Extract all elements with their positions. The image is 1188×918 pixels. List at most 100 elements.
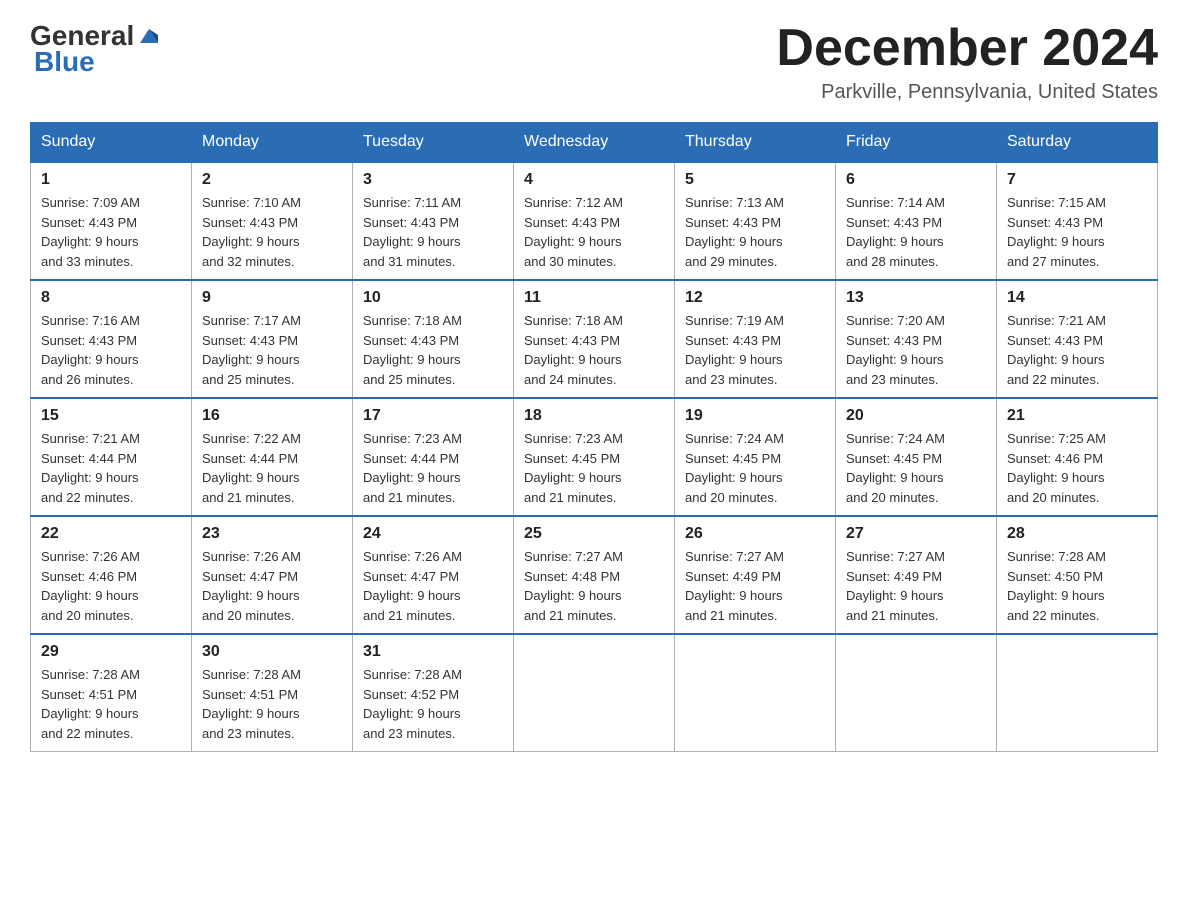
calendar-cell: 17 Sunrise: 7:23 AMSunset: 4:44 PMDayligh… — [353, 398, 514, 516]
day-number: 5 — [685, 171, 825, 189]
calendar-cell: 1Sunrise: 7:09 AMSunset: 4:43 PMDaylight… — [31, 162, 192, 280]
day-info: Sunrise: 7:28 AMSunset: 4:52 PMDaylight:… — [363, 665, 503, 743]
day-info: Sunrise: 7:18 AMSunset: 4:43 PMDaylight:… — [524, 311, 664, 389]
calendar-cell: 25Sunrise: 7:27 AMSunset: 4:48 PMDayligh… — [514, 516, 675, 634]
calendar-cell — [836, 634, 997, 752]
location-subtitle: Parkville, Pennsylvania, United States — [776, 81, 1158, 104]
day-number: 7 — [1007, 171, 1147, 189]
day-number: 13 — [846, 289, 986, 307]
day-number: 18 — [524, 407, 664, 425]
day-number: 23 — [202, 525, 342, 543]
day-info: Sunrise: 7:26 AMSunset: 4:46 PMDaylight:… — [41, 547, 181, 625]
calendar-cell: 7 Sunrise: 7:15 AMSunset: 4:43 PMDaylight… — [997, 162, 1158, 280]
day-info: Sunrise: 7:19 AMSunset: 4:43 PMDaylight:… — [685, 311, 825, 389]
week-row-1: 1Sunrise: 7:09 AMSunset: 4:43 PMDaylight… — [31, 162, 1158, 280]
day-info: Sunrise: 7:28 AMSunset: 4:51 PMDaylight:… — [202, 665, 342, 743]
calendar-cell: 3Sunrise: 7:11 AMSunset: 4:43 PMDaylight… — [353, 162, 514, 280]
col-header-friday: Friday — [836, 123, 997, 163]
day-info: Sunrise: 7:09 AMSunset: 4:43 PMDaylight:… — [41, 193, 181, 271]
col-header-monday: Monday — [192, 123, 353, 163]
calendar-cell: 27Sunrise: 7:27 AMSunset: 4:49 PMDayligh… — [836, 516, 997, 634]
col-header-tuesday: Tuesday — [353, 123, 514, 163]
day-number: 3 — [363, 171, 503, 189]
calendar-cell: 2 Sunrise: 7:10 AMSunset: 4:43 PMDaylight… — [192, 162, 353, 280]
calendar-cell: 13 Sunrise: 7:20 AMSunset: 4:43 PMDayligh… — [836, 280, 997, 398]
day-number: 19 — [685, 407, 825, 425]
calendar-cell — [997, 634, 1158, 752]
title-area: December 2024 Parkville, Pennsylvania, U… — [776, 20, 1158, 104]
day-number: 27 — [846, 525, 986, 543]
day-info: Sunrise: 7:22 AMSunset: 4:44 PMDaylight:… — [202, 429, 342, 507]
calendar-cell: 9 Sunrise: 7:17 AMSunset: 4:43 PMDaylight… — [192, 280, 353, 398]
col-header-thursday: Thursday — [675, 123, 836, 163]
calendar-cell: 26 Sunrise: 7:27 AMSunset: 4:49 PMDayligh… — [675, 516, 836, 634]
col-header-sunday: Sunday — [31, 123, 192, 163]
day-info: Sunrise: 7:21 AMSunset: 4:44 PMDaylight:… — [41, 429, 181, 507]
day-info: Sunrise: 7:20 AMSunset: 4:43 PMDaylight:… — [846, 311, 986, 389]
day-info: Sunrise: 7:23 AMSunset: 4:44 PMDaylight:… — [363, 429, 503, 507]
day-info: Sunrise: 7:13 AMSunset: 4:43 PMDaylight:… — [685, 193, 825, 271]
calendar-cell: 6Sunrise: 7:14 AMSunset: 4:43 PMDaylight… — [836, 162, 997, 280]
calendar-cell: 30 Sunrise: 7:28 AMSunset: 4:51 PMDayligh… — [192, 634, 353, 752]
day-info: Sunrise: 7:26 AMSunset: 4:47 PMDaylight:… — [363, 547, 503, 625]
month-title: December 2024 — [776, 20, 1158, 77]
day-number: 9 — [202, 289, 342, 307]
day-number: 21 — [1007, 407, 1147, 425]
week-row-3: 15 Sunrise: 7:21 AMSunset: 4:44 PMDayligh… — [31, 398, 1158, 516]
week-row-4: 22 Sunrise: 7:26 AMSunset: 4:46 PMDayligh… — [31, 516, 1158, 634]
day-info: Sunrise: 7:17 AMSunset: 4:43 PMDaylight:… — [202, 311, 342, 389]
calendar-cell — [675, 634, 836, 752]
calendar-cell: 31 Sunrise: 7:28 AMSunset: 4:52 PMDayligh… — [353, 634, 514, 752]
day-info: Sunrise: 7:16 AMSunset: 4:43 PMDaylight:… — [41, 311, 181, 389]
day-number: 11 — [524, 289, 664, 307]
day-number: 17 — [363, 407, 503, 425]
day-number: 16 — [202, 407, 342, 425]
calendar-cell: 10 Sunrise: 7:18 AMSunset: 4:43 PMDayligh… — [353, 280, 514, 398]
week-row-2: 8 Sunrise: 7:16 AMSunset: 4:43 PMDaylight… — [31, 280, 1158, 398]
calendar-cell: 22 Sunrise: 7:26 AMSunset: 4:46 PMDayligh… — [31, 516, 192, 634]
day-info: Sunrise: 7:27 AMSunset: 4:49 PMDaylight:… — [685, 547, 825, 625]
calendar-cell: 12 Sunrise: 7:19 AMSunset: 4:43 PMDayligh… — [675, 280, 836, 398]
day-info: Sunrise: 7:10 AMSunset: 4:43 PMDaylight:… — [202, 193, 342, 271]
calendar-cell — [514, 634, 675, 752]
day-info: Sunrise: 7:24 AMSunset: 4:45 PMDaylight:… — [685, 429, 825, 507]
calendar-cell: 5 Sunrise: 7:13 AMSunset: 4:43 PMDaylight… — [675, 162, 836, 280]
day-number: 29 — [41, 643, 181, 661]
day-info: Sunrise: 7:28 AMSunset: 4:50 PMDaylight:… — [1007, 547, 1147, 625]
day-number: 31 — [363, 643, 503, 661]
calendar-cell: 29Sunrise: 7:28 AMSunset: 4:51 PMDayligh… — [31, 634, 192, 752]
calendar-table: SundayMondayTuesdayWednesdayThursdayFrid… — [30, 122, 1158, 752]
day-number: 14 — [1007, 289, 1147, 307]
calendar-cell: 16 Sunrise: 7:22 AMSunset: 4:44 PMDayligh… — [192, 398, 353, 516]
day-number: 30 — [202, 643, 342, 661]
day-number: 15 — [41, 407, 181, 425]
day-number: 24 — [363, 525, 503, 543]
logo-blue-text: Blue — [34, 46, 95, 78]
day-info: Sunrise: 7:23 AMSunset: 4:45 PMDaylight:… — [524, 429, 664, 507]
calendar-cell: 18 Sunrise: 7:23 AMSunset: 4:45 PMDayligh… — [514, 398, 675, 516]
day-number: 20 — [846, 407, 986, 425]
calendar-cell: 20 Sunrise: 7:24 AMSunset: 4:45 PMDayligh… — [836, 398, 997, 516]
day-info: Sunrise: 7:18 AMSunset: 4:43 PMDaylight:… — [363, 311, 503, 389]
day-number: 10 — [363, 289, 503, 307]
day-info: Sunrise: 7:14 AMSunset: 4:43 PMDaylight:… — [846, 193, 986, 271]
calendar-cell: 21Sunrise: 7:25 AMSunset: 4:46 PMDayligh… — [997, 398, 1158, 516]
day-number: 22 — [41, 525, 181, 543]
calendar-cell: 14Sunrise: 7:21 AMSunset: 4:43 PMDayligh… — [997, 280, 1158, 398]
day-number: 28 — [1007, 525, 1147, 543]
day-info: Sunrise: 7:26 AMSunset: 4:47 PMDaylight:… — [202, 547, 342, 625]
calendar-cell: 15 Sunrise: 7:21 AMSunset: 4:44 PMDayligh… — [31, 398, 192, 516]
calendar-cell: 8 Sunrise: 7:16 AMSunset: 4:43 PMDaylight… — [31, 280, 192, 398]
day-info: Sunrise: 7:24 AMSunset: 4:45 PMDaylight:… — [846, 429, 986, 507]
day-number: 12 — [685, 289, 825, 307]
day-info: Sunrise: 7:15 AMSunset: 4:43 PMDaylight:… — [1007, 193, 1147, 271]
calendar-cell: 19 Sunrise: 7:24 AMSunset: 4:45 PMDayligh… — [675, 398, 836, 516]
day-number: 4 — [524, 171, 664, 189]
day-number: 8 — [41, 289, 181, 307]
day-number: 2 — [202, 171, 342, 189]
day-number: 26 — [685, 525, 825, 543]
col-header-saturday: Saturday — [997, 123, 1158, 163]
calendar-cell: 24 Sunrise: 7:26 AMSunset: 4:47 PMDayligh… — [353, 516, 514, 634]
day-info: Sunrise: 7:27 AMSunset: 4:48 PMDaylight:… — [524, 547, 664, 625]
week-row-5: 29 Sunrise: 7:28 AMSunset: 4:51 PMDayligh… — [31, 634, 1158, 752]
